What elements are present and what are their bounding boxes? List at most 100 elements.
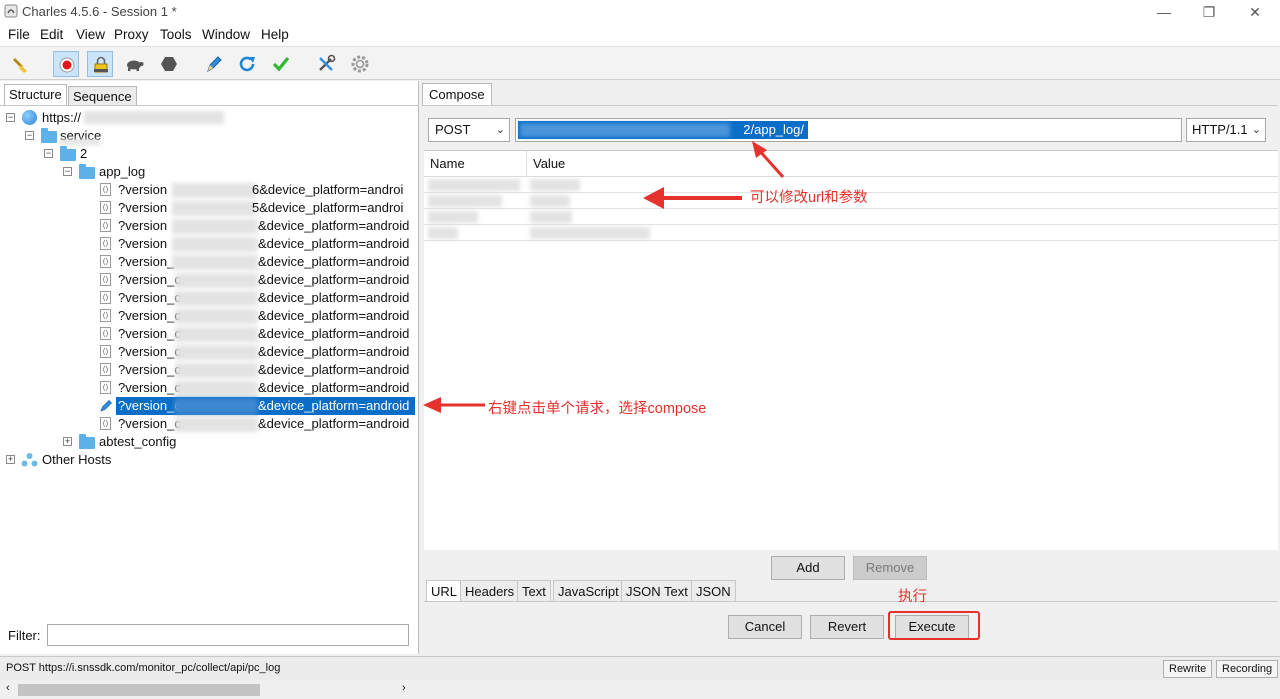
request-doc-icon: ⟨⟩ bbox=[100, 183, 111, 196]
folder-label: abtest_config bbox=[99, 434, 177, 449]
tab-structure[interactable]: Structure bbox=[4, 84, 67, 106]
protocol-select[interactable]: HTTP/1.1 ⌄ bbox=[1186, 118, 1266, 142]
tree-row-abtest-config[interactable]: + abtest_config bbox=[0, 433, 418, 451]
menu-tools[interactable]: Tools bbox=[160, 27, 192, 42]
throttle-button[interactable] bbox=[121, 51, 147, 77]
tab-sequence[interactable]: Sequence bbox=[68, 86, 137, 106]
tab-url[interactable]: URL bbox=[426, 580, 463, 602]
tab-text[interactable]: Text bbox=[517, 580, 551, 602]
tools-button[interactable] bbox=[313, 51, 339, 77]
body-tabs: URL Headers Text JavaScript JSON Text JS… bbox=[424, 580, 1278, 602]
charles-app-icon bbox=[4, 4, 18, 18]
folder-label: 2 bbox=[80, 146, 88, 161]
menu-help[interactable]: Help bbox=[261, 27, 289, 42]
close-button[interactable]: ✕ bbox=[1232, 0, 1278, 24]
menu-edit[interactable]: Edit bbox=[40, 27, 63, 42]
collapse-icon[interactable]: − bbox=[44, 149, 53, 158]
menu-proxy[interactable]: Proxy bbox=[114, 27, 149, 42]
expand-icon[interactable]: + bbox=[63, 437, 72, 446]
breakpoints-button[interactable] bbox=[156, 51, 182, 77]
recording-status-button[interactable]: Recording bbox=[1216, 660, 1279, 678]
repeat-button[interactable] bbox=[234, 51, 260, 77]
tab-json[interactable]: JSON bbox=[691, 580, 736, 602]
column-divider[interactable] bbox=[526, 151, 527, 177]
collapse-icon[interactable]: − bbox=[6, 113, 15, 122]
minimize-button[interactable]: — bbox=[1141, 0, 1187, 24]
request-row[interactable]: ⟨⟩ ?version_c &device_platform=android bbox=[0, 271, 418, 289]
request-row[interactable]: ⟨⟩ ?version_c &device_platform=android bbox=[0, 415, 418, 433]
tab-compose[interactable]: Compose bbox=[422, 83, 492, 105]
tree-row-other-hosts[interactable]: + Other Hosts bbox=[0, 451, 418, 469]
tools-icon bbox=[319, 54, 336, 71]
request-row[interactable]: ⟨⟩ ?version &device_platform=android bbox=[0, 235, 418, 253]
request-prefix: ?version_c bbox=[118, 326, 181, 341]
menu-view[interactable]: View bbox=[76, 27, 105, 42]
request-suffix: &device_platform=android bbox=[258, 326, 410, 341]
scroll-left-icon[interactable]: ‹ bbox=[6, 682, 10, 694]
request-prefix: ?version_c bbox=[118, 380, 181, 395]
request-row[interactable]: ⟨⟩ ?version_c &device_platform=android bbox=[0, 325, 418, 343]
collapse-icon[interactable]: − bbox=[63, 167, 72, 176]
request-prefix: ?version bbox=[118, 200, 168, 215]
scroll-right-icon[interactable]: › bbox=[402, 682, 406, 694]
method-select[interactable]: POST ⌄ bbox=[428, 118, 510, 142]
request-row[interactable]: ⟨⟩ ?version_c &device_platform=android bbox=[0, 361, 418, 379]
filter-input[interactable] bbox=[47, 624, 409, 646]
tab-headers[interactable]: Headers bbox=[460, 580, 520, 602]
maximize-button[interactable]: ❐ bbox=[1186, 0, 1232, 24]
request-row[interactable]: ⟨⟩ ?version_c &device_platform=android bbox=[0, 289, 418, 307]
throttle-turtle-icon bbox=[127, 60, 144, 71]
request-row[interactable]: ⟨⟩ ?version_c &device_platform=android bbox=[0, 379, 418, 397]
table-row[interactable] bbox=[424, 225, 1278, 241]
protocol-value: HTTP/1.1 bbox=[1192, 122, 1248, 137]
url-input[interactable]: 2/app_log/ bbox=[515, 118, 1182, 142]
redacted-text bbox=[175, 273, 258, 288]
request-row[interactable]: ⟨⟩ ?version_c &device_platform=android bbox=[0, 343, 418, 361]
request-doc-icon: ⟨⟩ bbox=[100, 363, 111, 376]
tree-row-host[interactable]: − https:// bbox=[0, 109, 418, 127]
request-doc-icon: ⟨⟩ bbox=[100, 345, 111, 358]
tree-row-app-log[interactable]: − app_log bbox=[0, 163, 418, 181]
request-row[interactable]: ⟨⟩ ?version_ &device_platform=android bbox=[0, 253, 418, 271]
menu-file[interactable]: File bbox=[8, 27, 30, 42]
remove-button[interactable]: Remove bbox=[853, 556, 927, 580]
tab-json-text[interactable]: JSON Text bbox=[621, 580, 693, 602]
request-suffix: &device_platform=android bbox=[258, 236, 410, 251]
request-suffix: &device_platform=android bbox=[258, 218, 410, 233]
validate-button[interactable] bbox=[268, 51, 294, 77]
request-prefix: ?version_c bbox=[118, 362, 181, 377]
request-prefix: ?version_c bbox=[118, 344, 181, 359]
table-row[interactable] bbox=[424, 209, 1278, 225]
settings-button[interactable] bbox=[347, 51, 373, 77]
breakpoint-hexagon-icon bbox=[161, 57, 177, 71]
rewrite-status-button[interactable]: Rewrite bbox=[1163, 660, 1213, 678]
redacted-text bbox=[175, 381, 258, 396]
request-doc-icon: ⟨⟩ bbox=[100, 309, 111, 322]
record-button[interactable] bbox=[53, 51, 79, 77]
redacted-value bbox=[530, 227, 650, 239]
redacted-text bbox=[174, 398, 258, 414]
scrollbar-thumb[interactable] bbox=[18, 684, 260, 696]
collapse-icon[interactable]: − bbox=[25, 131, 34, 140]
request-row[interactable]: ⟨⟩ ?version 6&device_platform=androi bbox=[0, 181, 418, 199]
redacted-text bbox=[175, 291, 258, 306]
horizontal-scrollbar[interactable]: ‹ › bbox=[0, 681, 418, 699]
cancel-button[interactable]: Cancel bbox=[728, 615, 802, 639]
ssl-proxying-button[interactable] bbox=[87, 51, 113, 77]
tree-row-service[interactable]: − service bbox=[0, 127, 418, 145]
tree-row-folder-2[interactable]: − 2 bbox=[0, 145, 418, 163]
menu-window[interactable]: Window bbox=[202, 27, 250, 42]
clear-session-button[interactable] bbox=[8, 51, 34, 77]
validate-check-icon bbox=[272, 56, 290, 72]
tab-javascript[interactable]: JavaScript bbox=[553, 580, 624, 602]
request-row-selected[interactable]: ?version_c &device_platform=android bbox=[0, 397, 418, 415]
request-row[interactable]: ⟨⟩ ?version_c &device_platform=android bbox=[0, 307, 418, 325]
request-row[interactable]: ⟨⟩ ?version &device_platform=android bbox=[0, 217, 418, 235]
execute-highlight-box bbox=[888, 611, 980, 640]
add-button[interactable]: Add bbox=[771, 556, 845, 580]
revert-button[interactable]: Revert bbox=[810, 615, 884, 639]
request-row[interactable]: ⟨⟩ ?version 5&device_platform=androi bbox=[0, 199, 418, 217]
compose-button[interactable] bbox=[200, 51, 226, 77]
expand-icon[interactable]: + bbox=[6, 455, 15, 464]
request-suffix: &device_platform=android bbox=[258, 290, 410, 305]
